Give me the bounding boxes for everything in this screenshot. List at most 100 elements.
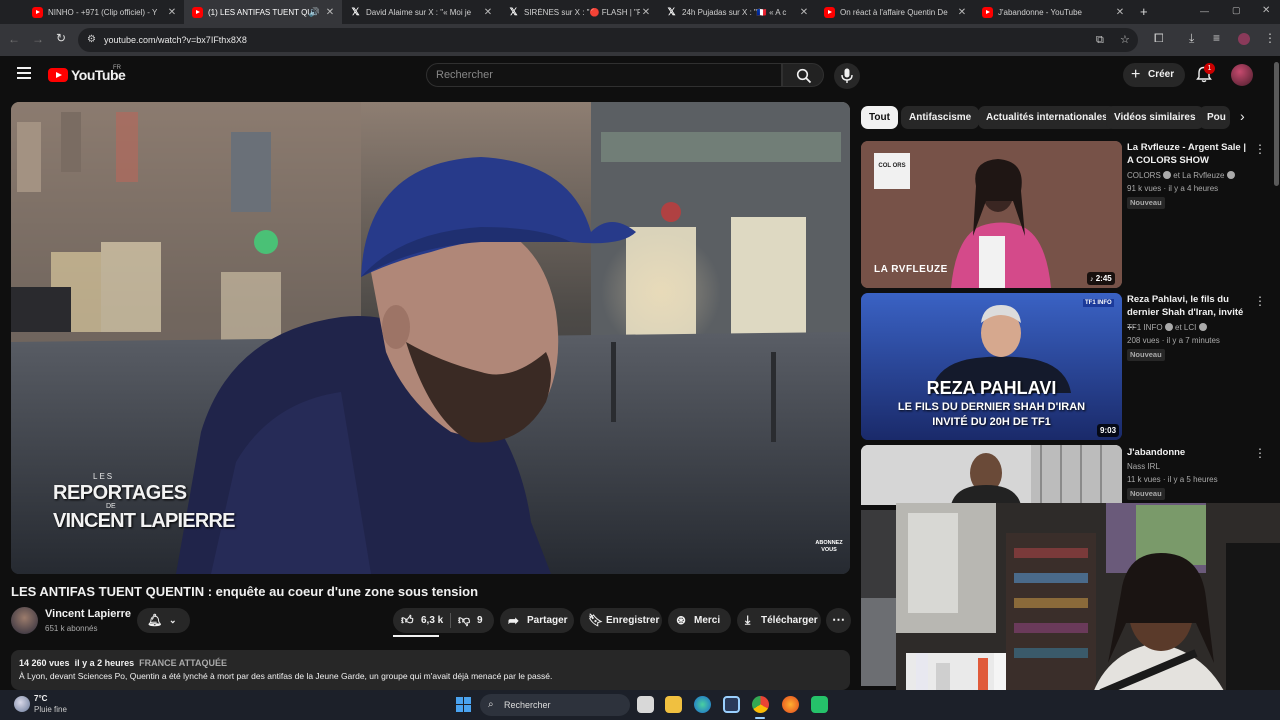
save-button[interactable]: 🔖︎ Enregistrer [580, 608, 662, 633]
weather-temperature[interactable]: 7°C [34, 694, 47, 703]
browser-tab[interactable]: 𝕏 David Alaime sur X : "« Moi je ✕ [342, 0, 500, 24]
browser-tab[interactable]: 𝕏 SIRÈNES sur X : "🔴 FLASH | "P ✕ [500, 0, 658, 24]
new-badge: Nouveau [1127, 197, 1165, 209]
recommendation-channel[interactable]: Nass IRL [1127, 462, 1160, 471]
divider [450, 613, 451, 628]
chip-all[interactable]: Tout [861, 106, 898, 129]
channel-avatar[interactable] [11, 607, 38, 634]
url-input[interactable]: ⚙ youtube.com/watch?v=bx7IFthx8X8 ⧉ ☆ [78, 28, 1138, 52]
chip-similar-videos[interactable]: Vidéos similaires [1106, 106, 1204, 129]
chrome-icon[interactable] [752, 696, 769, 713]
task-view-icon[interactable] [637, 696, 654, 713]
recommendation-thumbnail[interactable] [861, 445, 1122, 505]
forward-icon[interactable]: → [32, 32, 44, 46]
chevron-right-icon[interactable]: › [1240, 108, 1245, 124]
close-tab-icon[interactable]: ✕ [798, 7, 810, 18]
browser-tab[interactable]: 𝕏 24h Pujadas sur X : "🇫🇷 « A c ✕ [658, 0, 816, 24]
recommendation-thumbnail[interactable]: COL ORS LA RVFLEUZE ♪ 2:45 [861, 141, 1122, 288]
menu-kebab-icon[interactable]: ⋮ [1264, 31, 1276, 45]
cast-icon[interactable]: ⧉ [1096, 28, 1104, 52]
channel-name-secondary: et LCI [1175, 323, 1197, 332]
recommendation-title[interactable]: J'abandonne [1127, 446, 1249, 459]
close-tab-icon[interactable]: ✕ [166, 7, 178, 18]
windows-taskbar: 7°C Pluie fine ⌕ Rechercher [0, 690, 1280, 720]
page-scrollbar[interactable] [1274, 62, 1279, 186]
recommendation-menu-icon[interactable]: ⋮ [1254, 295, 1266, 307]
recommendation-menu-icon[interactable]: ⋮ [1254, 143, 1266, 155]
like-dislike-group: 👍︎ 6,3 k 👎︎ 9 [393, 608, 494, 633]
voice-search-button[interactable] [834, 63, 860, 89]
search-button[interactable] [782, 63, 824, 87]
share-button[interactable]: ➦ Partager [500, 608, 574, 633]
browser-tab[interactable]: On réact à l'affaire Quentin De ✕ [816, 0, 974, 24]
download-button[interactable]: ⤓ Télécharger [737, 608, 821, 633]
taskbar-search[interactable]: ⌕ Rechercher [480, 694, 630, 716]
maximize-icon[interactable]: ▢ [1232, 5, 1241, 16]
x-favicon-icon: 𝕏 [667, 6, 676, 18]
close-tab-icon[interactable]: ✕ [482, 7, 494, 18]
verified-icon [1226, 171, 1235, 179]
recommendation-menu-icon[interactable]: ⋮ [1254, 447, 1266, 459]
store-icon[interactable] [723, 696, 740, 713]
chip-antifascisme[interactable]: Antifascisme [901, 106, 980, 129]
close-tab-icon[interactable]: ✕ [640, 7, 652, 18]
notifications-button[interactable]: 1 [1196, 63, 1215, 83]
recommendation-channel[interactable]: COLORS et La Rvfleuze [1127, 171, 1235, 180]
close-tab-icon[interactable]: ✕ [324, 7, 336, 18]
video-tag[interactable]: FRANCE ATTAQUÉE [139, 658, 227, 668]
close-tab-icon[interactable]: ✕ [1114, 7, 1126, 18]
channel-name-secondary: et La Rvfleuze [1173, 171, 1225, 180]
back-icon[interactable]: ← [8, 32, 20, 46]
recommendation-thumbnail-partial[interactable] [861, 510, 896, 686]
subscribe-watermark[interactable]: ABONNEZ VOUS [815, 540, 843, 554]
browser-tab[interactable]: NINHO - +971 (Clip officiel) - Y ✕ [24, 0, 184, 24]
account-avatar[interactable] [1231, 64, 1253, 86]
thanks-label: Merci [694, 615, 721, 626]
thumbs-up-icon[interactable]: 👍︎ [401, 608, 414, 633]
create-button[interactable]: + Créer [1123, 63, 1185, 87]
profile-avatar[interactable] [1238, 33, 1250, 45]
site-info-icon[interactable]: ⚙ [87, 28, 96, 52]
extensions-icon[interactable]: ⧠ [1154, 31, 1164, 46]
browser-tab-active[interactable]: (1) LES ANTIFAS TUENT QU 🔊 ✕ [184, 0, 342, 24]
share-arrow-icon: ➦ [508, 613, 519, 628]
file-explorer-icon[interactable] [665, 696, 682, 713]
close-window-icon[interactable]: ✕ [1262, 5, 1270, 16]
browser-tab-bar: NINHO - +971 (Clip officiel) - Y ✕ (1) L… [0, 0, 1280, 24]
new-tab-icon[interactable]: + [1140, 4, 1148, 19]
overlay-text-line: REPORTAGES [53, 482, 187, 504]
more-actions-button[interactable]: ⋯ [826, 608, 851, 633]
video-player[interactable]: LES REPORTAGES DE VINCENT LAPIERRE ABONN… [11, 102, 850, 574]
recommendation-title[interactable]: La Rvfleuze - Argent Sale | A COLORS SHO… [1127, 141, 1249, 167]
more-horizontal-icon: ⋯ [832, 612, 845, 627]
youtube-favicon-icon [192, 6, 203, 18]
weather-icon[interactable] [14, 696, 30, 712]
reload-icon[interactable]: ↻ [56, 31, 66, 45]
recommendation-channel[interactable]: TF1 INFO et LCI [1127, 323, 1207, 332]
windows-start-icon[interactable] [456, 697, 472, 713]
speaker-icon[interactable]: 🔊 [309, 7, 320, 18]
firefox-icon[interactable] [782, 696, 799, 713]
verified-icon [1198, 323, 1207, 331]
close-tab-icon[interactable]: ✕ [956, 7, 968, 18]
bookmark-star-icon[interactable]: ☆ [1120, 28, 1130, 52]
thumbs-down-icon[interactable]: 👎︎ [458, 608, 470, 633]
search-input[interactable]: Rechercher [426, 63, 782, 87]
app-icon[interactable] [811, 696, 828, 713]
thanks-button[interactable]: ⊛ Merci [668, 608, 731, 633]
youtube-logo-icon[interactable] [48, 68, 68, 82]
download-icon[interactable]: ⤓ [1189, 31, 1194, 46]
recommendation-meta: 91 k vues · il y a 4 heures [1127, 184, 1219, 193]
edge-icon[interactable] [694, 696, 711, 713]
media-icon[interactable]: ≡ [1213, 31, 1220, 45]
like-count[interactable]: 6,3 k [421, 608, 443, 633]
hamburger-menu-icon[interactable] [17, 67, 31, 79]
channel-name[interactable]: Vincent Lapierre [45, 608, 131, 620]
description-box[interactable]: 14 260 vues il y a 2 heures FRANCE ATTAQ… [11, 650, 850, 690]
minimize-icon[interactable]: — [1200, 6, 1209, 16]
recommendation-thumbnail[interactable]: TF1 INFO REZA PAHLAVI LE FILS DU DERNIER… [861, 293, 1122, 440]
subscribed-bell-button[interactable]: 🔔︎ ⌄ [137, 608, 190, 633]
chip-more[interactable]: Pou [1199, 106, 1230, 129]
chip-international-news[interactable]: Actualités internationales [978, 106, 1116, 129]
browser-tab[interactable]: J'abandonne - YouTube ✕ [974, 0, 1132, 24]
